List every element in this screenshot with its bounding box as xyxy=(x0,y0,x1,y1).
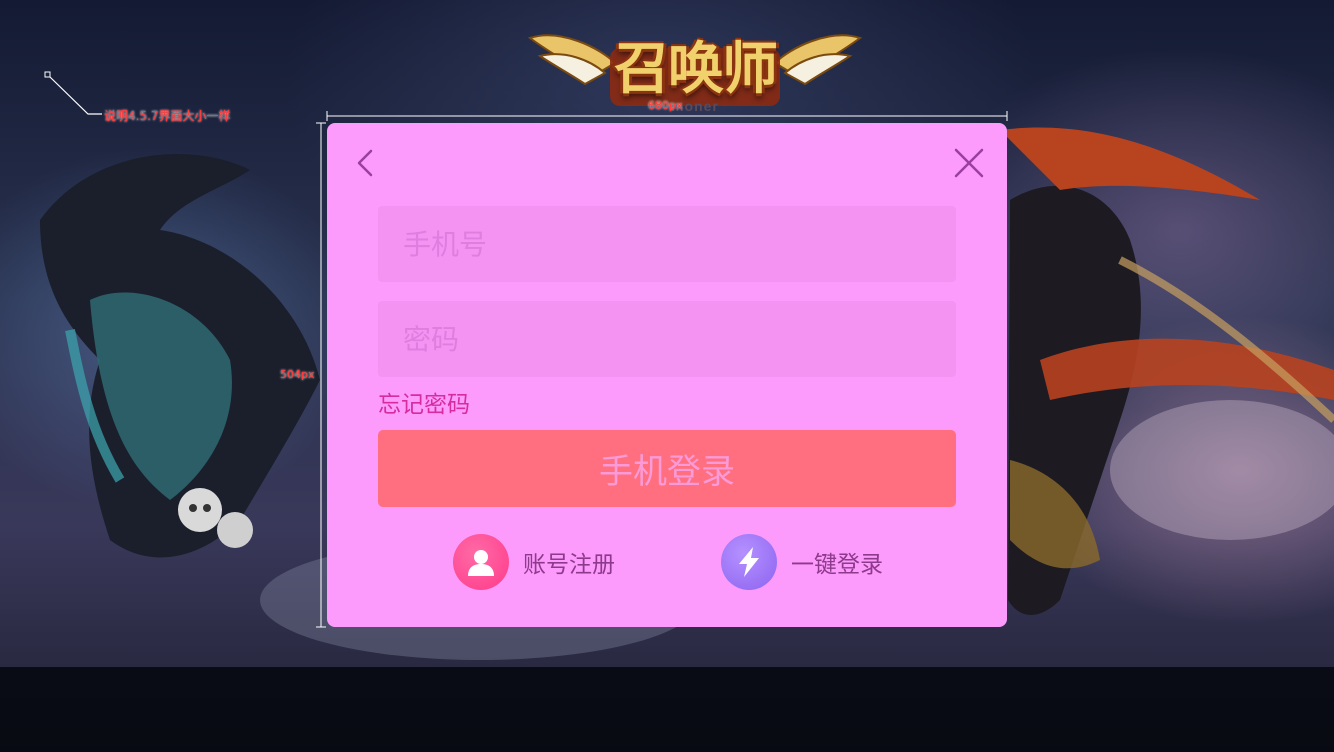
logo-title: 召唤师 xyxy=(614,36,778,102)
width-dimension-label: 680px xyxy=(648,99,683,112)
bottom-shade xyxy=(0,667,1334,752)
back-button[interactable] xyxy=(347,143,387,183)
register-label: 账号注册 xyxy=(523,552,615,578)
lightning-icon xyxy=(739,547,759,577)
phone-login-button[interactable]: 手机登录 xyxy=(378,430,956,507)
password-input[interactable] xyxy=(401,321,956,357)
chevron-left-icon xyxy=(357,149,373,177)
quick-login-icon-circle xyxy=(721,534,777,590)
quick-login-label: 一键登录 xyxy=(791,552,883,578)
register-icon-circle xyxy=(453,534,509,590)
quick-login-button[interactable]: 一键登录 xyxy=(721,534,883,590)
design-note: 说明4.5.7界面大小一样 xyxy=(104,109,231,123)
game-logo: 召唤师 moner xyxy=(520,18,870,118)
phone-field xyxy=(378,206,956,282)
register-account-button[interactable]: 账号注册 xyxy=(453,534,615,590)
close-button[interactable] xyxy=(949,143,989,183)
login-dialog: 忘记密码 手机登录 账号注册 一键登录 xyxy=(327,123,1007,627)
user-icon xyxy=(468,550,494,576)
phone-input[interactable] xyxy=(401,226,956,262)
height-dimension-label: 504px xyxy=(280,368,315,381)
password-field xyxy=(378,301,956,377)
close-icon xyxy=(954,148,984,178)
phone-login-label: 手机登录 xyxy=(599,452,735,492)
forgot-password-link[interactable]: 忘记密码 xyxy=(378,385,470,419)
